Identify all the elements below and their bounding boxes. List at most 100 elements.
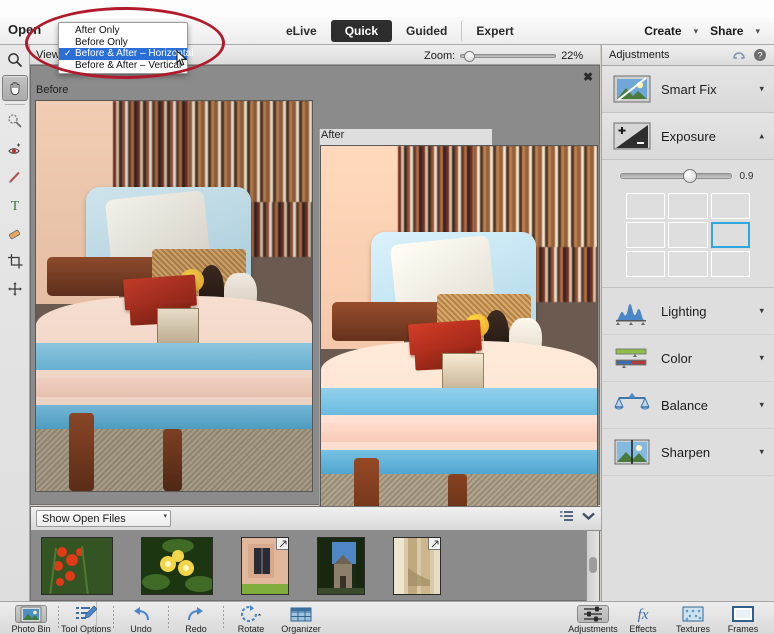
sharpen-icon	[613, 437, 651, 467]
exposure-preview-cell[interactable]	[626, 251, 666, 277]
photo-bin-toolbar: Show Open Files ▾	[31, 507, 601, 531]
create-button[interactable]: Create	[642, 24, 683, 38]
adjustment-label: Exposure	[661, 128, 716, 144]
photo-bin-scrollbar[interactable]	[586, 531, 599, 601]
tab-expert[interactable]: Expert	[461, 20, 527, 42]
taskbar-label: Frames	[727, 624, 759, 634]
exposure-preview-cell[interactable]	[668, 222, 708, 248]
chevron-down-icon[interactable]: ▾	[759, 306, 764, 317]
move-tool-icon[interactable]	[2, 276, 28, 302]
chevron-up-icon[interactable]: ▴	[759, 131, 764, 142]
view-mode-dropdown-menu[interactable]: After Only Before Only Before & After – …	[58, 22, 193, 74]
adjustment-row-balance[interactable]: Balance ▾	[602, 382, 774, 429]
before-image[interactable]	[35, 100, 313, 492]
frames-button[interactable]: Frames	[718, 603, 768, 634]
lighting-icon	[613, 296, 651, 326]
tab-guided[interactable]: Guided	[392, 20, 461, 42]
tool-options-button[interactable]: Tool Options	[61, 603, 111, 634]
menu-item-before-after-horizontal[interactable]: Before & After – Horizontal	[59, 48, 193, 60]
zoom-slider[interactable]	[460, 50, 557, 62]
exposure-preview-cell[interactable]	[668, 251, 708, 277]
taskbar-dot-separator	[113, 606, 114, 628]
taskbar-label: Rotate	[237, 624, 265, 634]
adjustment-row-sharpen[interactable]: Sharpen ▾	[602, 429, 774, 476]
type-tool-icon[interactable]: T	[2, 192, 28, 218]
share-chevron-down-icon[interactable]: ▾	[749, 26, 766, 37]
menu-item-before-after-vertical[interactable]: Before & After – Vertical	[59, 60, 187, 72]
exposure-preview-cell[interactable]	[626, 222, 666, 248]
chevron-down-icon[interactable]: ▾	[759, 400, 764, 411]
tools-panel: T	[0, 45, 30, 601]
adjustment-row-exposure[interactable]: Exposure ▴	[602, 113, 774, 160]
taskbar-label: Redo	[185, 624, 207, 634]
photo-bin-thumbnail-yellow-lilies[interactable]	[141, 537, 213, 595]
help-icon[interactable]: ?	[753, 48, 767, 62]
taskbar-label: Effects	[629, 624, 657, 634]
effects-button[interactable]: fx Effects	[618, 603, 668, 634]
share-button[interactable]: Share	[708, 24, 745, 38]
exposure-preview-cell[interactable]	[710, 251, 750, 277]
create-chevron-down-icon[interactable]: ▾	[688, 26, 705, 37]
menu-item-before-only[interactable]: Before Only	[59, 37, 187, 49]
chevron-down-icon[interactable]	[582, 512, 595, 521]
photo-bin-thumbnail-red-flowers[interactable]	[41, 537, 113, 595]
exposure-preview-cell[interactable]	[668, 193, 708, 219]
organizer-button[interactable]: Organizer	[276, 603, 326, 634]
adjustment-row-lighting[interactable]: Lighting ▾	[602, 288, 774, 335]
undo-button[interactable]: Undo	[116, 603, 166, 634]
thumbnail-edited-badge	[276, 538, 288, 550]
photo-bin-icon	[15, 605, 47, 623]
chevron-down-icon[interactable]: ▾	[759, 353, 764, 364]
exposure-slider-handle[interactable]	[682, 169, 697, 183]
color-icon	[613, 343, 651, 373]
list-view-icon[interactable]	[560, 511, 573, 522]
adjustment-row-smart-fix[interactable]: Smart Fix ▾	[602, 66, 774, 113]
zoom-slider-handle[interactable]	[464, 50, 476, 62]
adjustments-button[interactable]: Adjustments	[568, 603, 618, 634]
effects-icon: fx	[632, 605, 654, 623]
textures-button[interactable]: Textures	[668, 603, 718, 634]
before-after-panes: Before After	[31, 84, 601, 634]
frames-icon	[732, 605, 754, 623]
zoom-tool-icon[interactable]	[2, 47, 28, 73]
after-image[interactable]	[320, 145, 598, 537]
zoom-value: 22%	[561, 49, 584, 62]
reset-icon[interactable]	[732, 48, 746, 62]
taskbar-label: Undo	[130, 624, 152, 634]
redo-button[interactable]: Redo	[171, 603, 221, 634]
chevron-down-icon[interactable]: ▾	[759, 84, 764, 95]
spot-healing-brush-tool-icon[interactable]	[2, 164, 28, 190]
close-icon[interactable]: ✖	[583, 70, 593, 84]
taskbar-dot-separator	[223, 606, 224, 628]
photo-bin-filter-select[interactable]: Show Open Files ▾	[36, 510, 171, 527]
taskbar-dot-separator	[58, 606, 59, 628]
crop-tool-icon[interactable]	[2, 248, 28, 274]
quick-selection-tool-icon[interactable]	[2, 108, 28, 134]
eraser-tool-icon[interactable]	[2, 220, 28, 246]
rotate-button[interactable]: Rotate	[226, 603, 276, 634]
scrollbar-thumb[interactable]	[589, 557, 597, 573]
photo-bin-button[interactable]: Photo Bin	[6, 603, 56, 634]
chevron-down-icon[interactable]: ▾	[759, 447, 764, 458]
exposure-preview-cell[interactable]	[626, 193, 666, 219]
textures-icon	[682, 605, 704, 623]
photo-bin-thumbnail-columns[interactable]	[393, 537, 441, 595]
adjustments-icon	[577, 605, 609, 623]
photo-bin-chevron-down-icon[interactable]: ▾	[163, 512, 167, 520]
photo-bin-thumbnail-window-wall[interactable]	[241, 537, 289, 595]
taskbar-dot-separator	[168, 606, 169, 628]
photo-bin-filter-value: Show Open Files	[42, 512, 126, 525]
hand-tool-icon[interactable]	[1, 75, 28, 101]
tab-elive[interactable]: eLive	[272, 20, 331, 42]
redo-icon	[185, 605, 207, 623]
exposure-slider[interactable]	[619, 169, 732, 183]
exposure-preview-cell[interactable]	[710, 193, 750, 219]
exposure-preview-cell-selected[interactable]	[710, 222, 750, 248]
open-button[interactable]: Open	[8, 22, 41, 37]
tab-quick[interactable]: Quick	[330, 20, 393, 42]
application-window: Open eLive Quick Guided Expert Create ▾ …	[0, 0, 774, 634]
adjustment-row-color[interactable]: Color ▾	[602, 335, 774, 382]
red-eye-tool-icon[interactable]	[2, 136, 28, 162]
photo-bin-thumbnail-castle[interactable]	[317, 537, 365, 595]
menu-item-after-only[interactable]: After Only	[59, 25, 187, 37]
